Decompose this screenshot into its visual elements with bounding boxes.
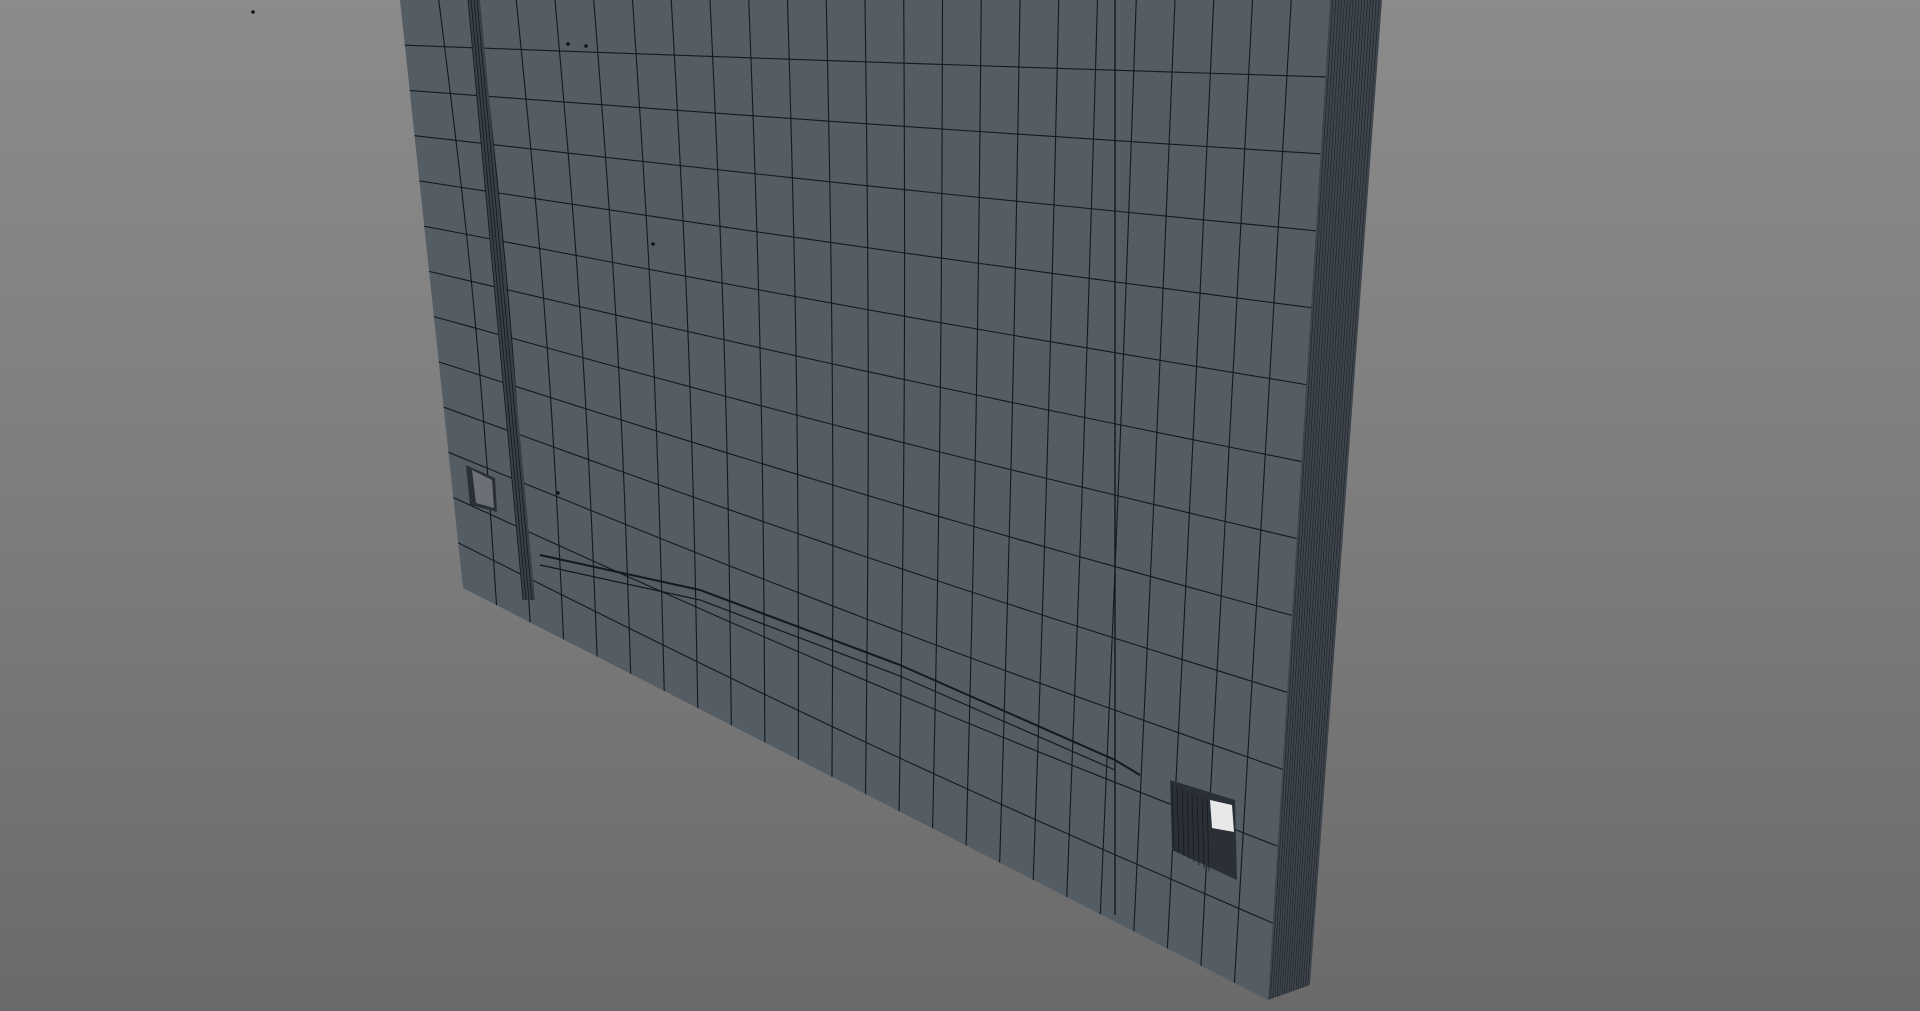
vertex-dot: [651, 242, 655, 246]
vertex-dot: [251, 10, 255, 14]
vertex-dot: [566, 42, 570, 46]
vertex-dot: [584, 44, 588, 48]
vertex-dot: [556, 491, 560, 495]
mesh-viewport-canvas[interactable]: [0, 0, 1920, 1011]
right-cutout-opening: [1210, 800, 1234, 832]
3d-viewport[interactable]: [0, 0, 1920, 1011]
